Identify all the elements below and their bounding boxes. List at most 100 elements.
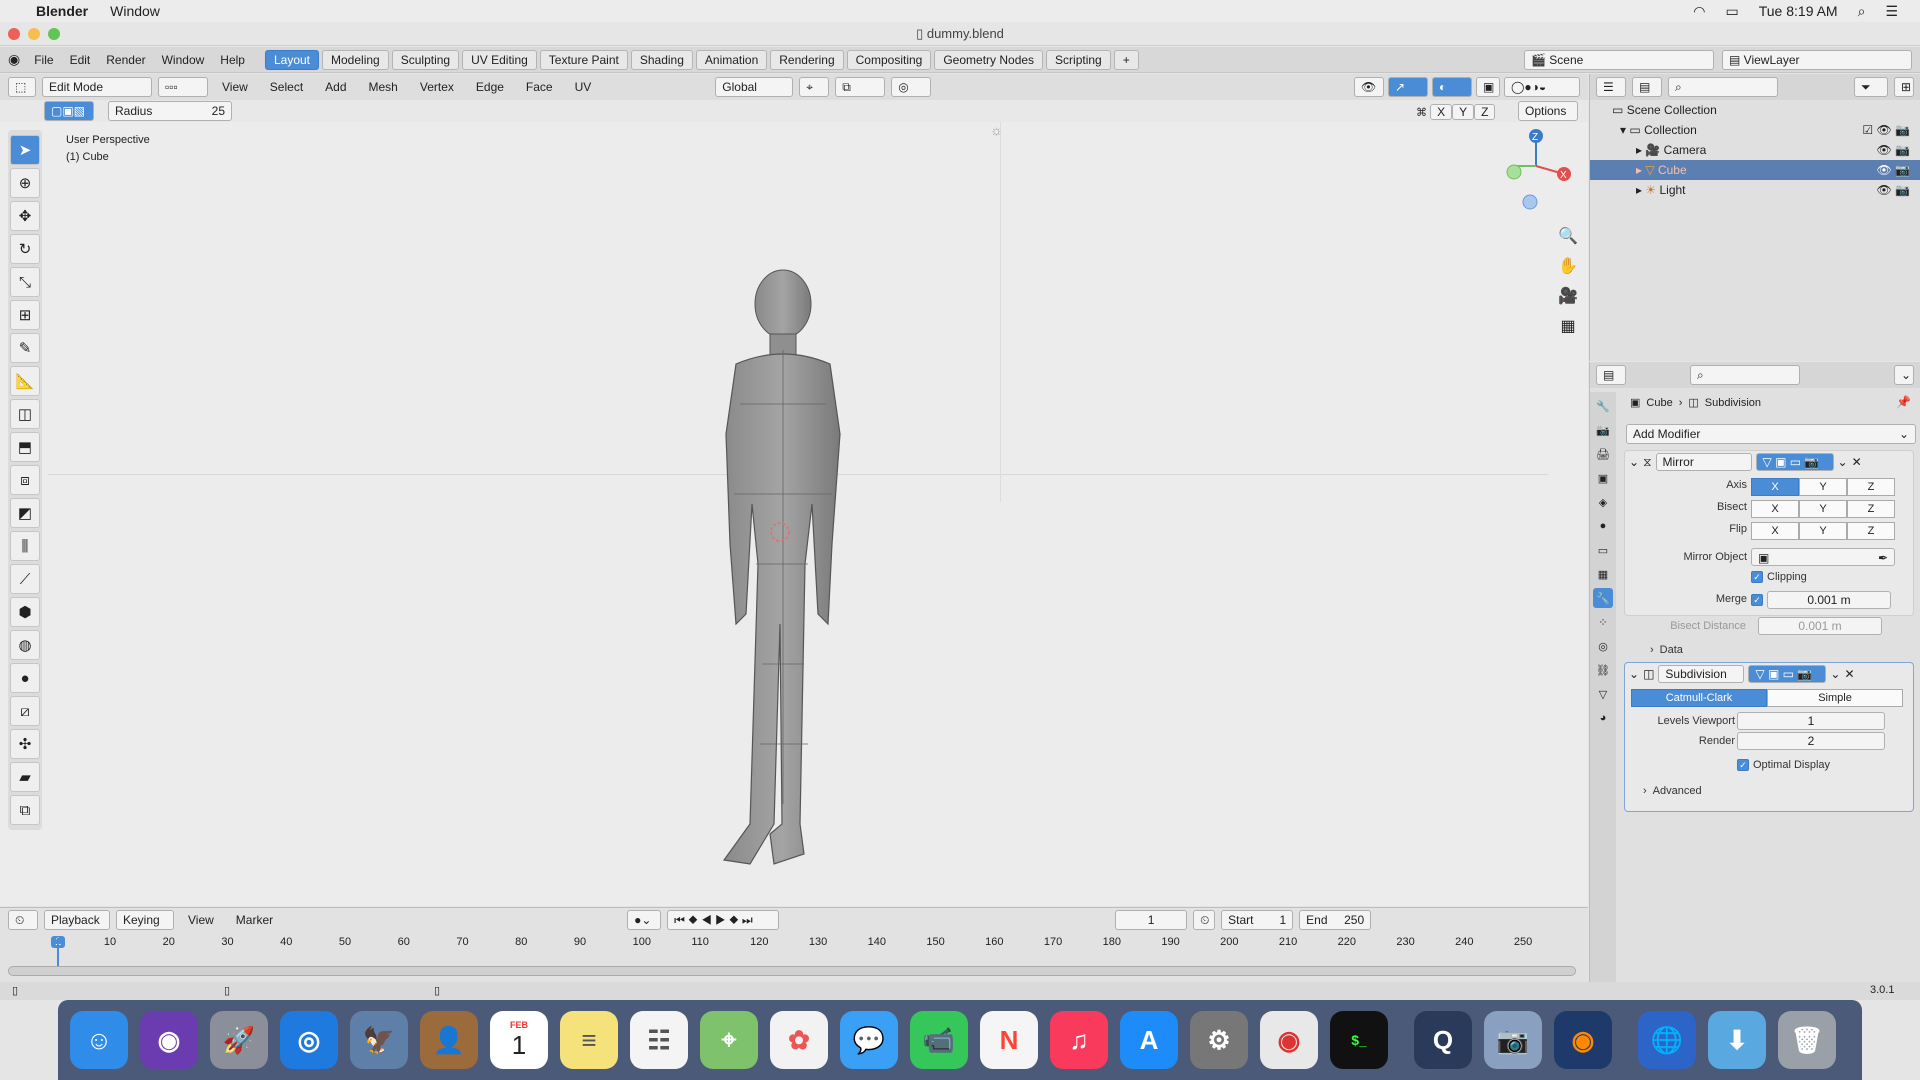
calendar-icon[interactable]: FEB 1 (490, 1011, 548, 1069)
quicktime-icon[interactable]: Q (1414, 1011, 1472, 1069)
selection-mode-icons[interactable]: ▢▣▧ (44, 101, 94, 121)
mirror-object-field[interactable]: ▣ ✒ (1751, 548, 1895, 566)
axis-x-button[interactable]: X (1430, 104, 1453, 120)
chrome-icon[interactable]: ◉ (1260, 1011, 1318, 1069)
clipping-checkbox[interactable]: ✓ (1751, 571, 1763, 583)
spotlight-icon[interactable]: ⌕ (1858, 3, 1866, 20)
wifi-icon[interactable]: ◠ (1693, 3, 1705, 20)
scene-selector[interactable]: 🎬 Scene (1524, 49, 1714, 70)
tab-uv-editing[interactable]: UV Editing (462, 49, 537, 70)
collection-tab-icon[interactable]: ▭ (1593, 540, 1613, 560)
maps-icon[interactable]: ⌖ (700, 1011, 758, 1069)
menu-face[interactable]: Face (518, 80, 561, 94)
rip-tool-icon[interactable]: ⧉ (10, 795, 40, 825)
tab-modeling[interactable]: Modeling (322, 49, 389, 70)
tab-compositing[interactable]: Compositing (846, 49, 932, 70)
bisect-y-toggle[interactable]: Y (1799, 500, 1847, 518)
reminders-icon[interactable]: ☷ (630, 1011, 688, 1069)
axis-z-button[interactable]: Z (1474, 104, 1496, 120)
gizmo-toggle-icon[interactable]: ↗ (1388, 77, 1428, 97)
properties-options-icon[interactable]: ⌄ (1894, 365, 1914, 385)
tool-tab-icon[interactable]: 🔧 (1593, 396, 1613, 416)
select-mode-buttons[interactable]: ▫▫▫ (158, 77, 208, 97)
collection-visibility-icons[interactable]: ☑ 👁 📷 (1862, 123, 1920, 137)
tab-scripting[interactable]: Scripting (1046, 49, 1111, 70)
outliner-item-cube[interactable]: ▸ ▽ Cube 👁 📷 (1590, 160, 1920, 180)
preview-range-icon[interactable]: ⏲ (1193, 910, 1216, 930)
expand-arrow-icon[interactable]: ▸ (1636, 183, 1642, 197)
bisect-x-toggle[interactable]: X (1751, 500, 1799, 518)
app-menu[interactable]: Blender (36, 3, 88, 19)
timeline-view-menu[interactable]: View (180, 913, 222, 927)
render-levels-field[interactable]: 2 (1737, 732, 1885, 750)
start-frame-field[interactable]: Start 1 (1221, 910, 1294, 930)
display-mode-icon[interactable]: ▤ (1632, 77, 1662, 97)
transform-tool-icon[interactable]: ⊞ (10, 300, 40, 330)
collapse-arrow-icon[interactable]: ⌄ (1629, 667, 1639, 681)
pivot-icon[interactable]: ⌖ (799, 77, 830, 97)
light-visibility-icons[interactable]: 👁 📷 (1876, 183, 1920, 197)
safari-icon[interactable]: ◎ (280, 1011, 338, 1069)
eyedropper-icon[interactable]: ✒ (1878, 549, 1888, 567)
spin-tool-icon[interactable]: ◍ (10, 630, 40, 660)
keying-menu[interactable]: Keying (116, 910, 174, 930)
axis-z-toggle[interactable]: Z (1847, 478, 1895, 496)
edge-slide-tool-icon[interactable]: ⧄ (10, 696, 40, 726)
tab-geometry-nodes[interactable]: Geometry Nodes (934, 49, 1044, 70)
timeline-scrollbar[interactable] (8, 966, 1576, 976)
shear-tool-icon[interactable]: ▰ (10, 762, 40, 792)
flip-x-toggle[interactable]: X (1751, 522, 1799, 540)
launchpad-icon[interactable]: 🚀 (210, 1011, 268, 1069)
snap-icon[interactable]: ⧉ (835, 77, 886, 97)
optimal-display-checkbox[interactable]: ✓ (1737, 759, 1749, 771)
view-layer-tab-icon[interactable]: ▣ (1593, 468, 1613, 488)
viewlayer-selector[interactable]: ▤ ViewLayer (1722, 49, 1912, 70)
menu-edit[interactable]: Edit (62, 53, 99, 67)
facetime-icon[interactable]: 📹 (910, 1011, 968, 1069)
clock-text[interactable]: Tue 8:19 AM (1759, 3, 1838, 19)
contacts-icon[interactable]: 👤 (420, 1011, 478, 1069)
extrude-tool-icon[interactable]: ⬒ (10, 432, 40, 462)
app-store-icon[interactable]: A (1120, 1011, 1178, 1069)
close-window-button[interactable] (8, 28, 20, 40)
shading-mode-buttons[interactable]: ◯●◑◒ (1504, 77, 1580, 97)
expand-arrow-icon[interactable]: ▸ (1636, 143, 1642, 157)
world-tab-icon[interactable]: ● (1593, 516, 1613, 536)
advanced-subpanel-header[interactable]: › Advanced (1643, 785, 1702, 797)
knife-tool-icon[interactable]: ⟋ (10, 564, 40, 594)
ortho-grid-icon[interactable]: ▦ (1556, 312, 1580, 342)
flip-z-toggle[interactable]: Z (1847, 522, 1895, 540)
visibility-icon[interactable]: 👁 (1354, 77, 1384, 97)
scale-tool-icon[interactable]: ⤡ (10, 267, 40, 297)
physics-tab-icon[interactable]: ◎ (1593, 636, 1613, 656)
system-preferences-icon[interactable]: ⚙ (1190, 1011, 1248, 1069)
playback-controls[interactable]: ⏮ ◆ ◀ ▶ ◆ ⏭ (667, 910, 780, 930)
playback-menu[interactable]: Playback (44, 910, 110, 930)
simple-button[interactable]: Simple (1767, 689, 1903, 707)
airplay-icon[interactable]: ▭ (1726, 3, 1739, 20)
finder-icon[interactable]: ☺ (70, 1011, 128, 1069)
mirror-remove-icon[interactable]: ✕ (1852, 455, 1862, 469)
expand-arrow-icon[interactable]: ▸ (1636, 163, 1642, 177)
proportional-edit-icon[interactable]: ◎ (891, 77, 932, 97)
bevel-tool-icon[interactable]: ◩ (10, 498, 40, 528)
end-frame-field[interactable]: End 250 (1299, 910, 1372, 930)
inset-tool-icon[interactable]: ⧈ (10, 465, 40, 495)
render-tab-icon[interactable]: 📷 (1593, 420, 1613, 440)
mirror-axes[interactable]: ⌘ XYZ (1416, 103, 1496, 121)
add-modifier-dropdown[interactable]: Add Modifier ⌄ (1626, 424, 1916, 444)
camera-visibility-icons[interactable]: 👁 📷 (1876, 143, 1920, 157)
auto-key-icon[interactable]: ●⌄ (627, 910, 662, 930)
constraints-tab-icon[interactable]: ⛓ (1593, 660, 1613, 680)
outliner-item-camera[interactable]: ▸ 🎥 Camera 👁 📷 (1590, 140, 1920, 160)
menu-vertex[interactable]: Vertex (412, 80, 462, 94)
image-capture-icon[interactable]: 📷 (1484, 1011, 1542, 1069)
overlay-toggle-icon[interactable]: ◐ (1432, 77, 1472, 97)
subdivision-menu-icon[interactable]: ⌄ (1830, 667, 1840, 681)
properties-editor-icon[interactable]: ▤ (1596, 365, 1626, 385)
add-cube-tool-icon[interactable]: ◫ (10, 399, 40, 429)
move-tool-icon[interactable]: ✥ (10, 201, 40, 231)
mode-selector[interactable]: Edit Mode (42, 77, 152, 97)
rotate-tool-icon[interactable]: ↻ (10, 234, 40, 264)
menu-window[interactable]: Window (154, 53, 213, 67)
